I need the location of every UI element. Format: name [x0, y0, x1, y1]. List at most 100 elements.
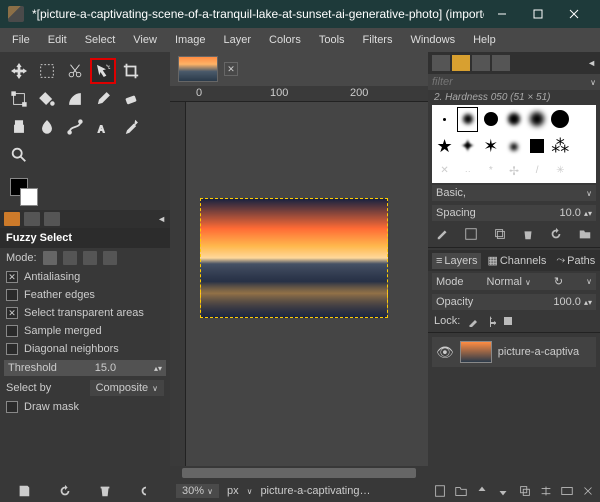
- menu-filters[interactable]: Filters: [355, 32, 401, 48]
- mode-dropdown[interactable]: Normal ∨: [487, 276, 531, 288]
- crop-tool[interactable]: [118, 58, 144, 84]
- layer-group-icon[interactable]: [454, 484, 468, 498]
- lock-alpha-icon[interactable]: [502, 315, 514, 327]
- maximize-button[interactable]: [520, 0, 556, 28]
- ruler-vertical[interactable]: [170, 102, 186, 466]
- raise-layer-icon[interactable]: [475, 484, 489, 498]
- brush-tool[interactable]: [90, 86, 116, 112]
- layer-item[interactable]: 👁 picture-a-captiva: [432, 337, 596, 367]
- tool-options-tab[interactable]: [4, 212, 20, 226]
- delete-options-icon[interactable]: [98, 484, 112, 498]
- scrollbar-horizontal[interactable]: [170, 466, 428, 480]
- feather-option[interactable]: Feather edges: [0, 286, 170, 304]
- stepper-icon[interactable]: ▴▾: [154, 364, 162, 373]
- menu-edit[interactable]: Edit: [40, 32, 75, 48]
- channels-tab[interactable]: ▦Channels: [483, 252, 550, 269]
- brush-preset-dropdown[interactable]: Basic,∨: [432, 185, 596, 201]
- unit-label[interactable]: px: [227, 485, 239, 497]
- lower-layer-icon[interactable]: [496, 484, 510, 498]
- menu-windows[interactable]: Windows: [402, 32, 463, 48]
- zoom-tool[interactable]: [6, 142, 32, 168]
- visibility-icon[interactable]: 👁: [436, 344, 454, 361]
- save-options-icon[interactable]: [17, 484, 31, 498]
- path-tool[interactable]: [62, 114, 88, 140]
- draw-mask-option[interactable]: Draw mask: [0, 398, 170, 416]
- menu-image[interactable]: Image: [167, 32, 214, 48]
- mode-replace[interactable]: [43, 251, 57, 265]
- restore-options-icon[interactable]: [58, 484, 72, 498]
- panel-menu-icon[interactable]: ◄: [157, 214, 166, 224]
- transparent-option[interactable]: ✕Select transparent areas: [0, 304, 170, 322]
- layers-tab[interactable]: ≡Layers: [432, 253, 481, 269]
- chevron-down-icon[interactable]: ∨: [590, 78, 596, 87]
- menu-tools[interactable]: Tools: [311, 32, 353, 48]
- sample-merged-option[interactable]: Sample merged: [0, 322, 170, 340]
- zoom-dropdown[interactable]: 30% ∨: [176, 484, 219, 498]
- mask-layer-icon[interactable]: [560, 484, 574, 498]
- patterns-tab[interactable]: [452, 55, 470, 71]
- gradient-tool[interactable]: [62, 86, 88, 112]
- device-status-tab[interactable]: [24, 212, 40, 226]
- menu-view[interactable]: View: [125, 32, 165, 48]
- edit-brush-icon[interactable]: [436, 227, 450, 241]
- minimize-button[interactable]: [484, 0, 520, 28]
- ruler-horizontal[interactable]: 0 100 200: [170, 86, 428, 102]
- fuzzy-select-tool[interactable]: [90, 58, 116, 84]
- new-layer-icon[interactable]: [433, 484, 447, 498]
- merge-layer-icon[interactable]: [539, 484, 553, 498]
- diagonal-option[interactable]: Diagonal neighbors: [0, 340, 170, 358]
- spacing-slider[interactable]: Spacing 10.0 ▴▾: [432, 205, 596, 221]
- undo-history-tab[interactable]: [44, 212, 60, 226]
- paths-tab[interactable]: ⤳Paths: [552, 252, 599, 269]
- canvas[interactable]: [186, 102, 428, 466]
- bucket-tool[interactable]: [34, 86, 60, 112]
- refresh-brush-icon[interactable]: [549, 227, 563, 241]
- open-brush-icon[interactable]: [578, 227, 592, 241]
- fonts-tab[interactable]: [472, 55, 490, 71]
- text-tool[interactable]: A: [90, 114, 116, 140]
- rect-select-tool[interactable]: [34, 58, 60, 84]
- antialiasing-option[interactable]: ✕Antialiasing: [0, 268, 170, 286]
- menu-select[interactable]: Select: [77, 32, 124, 48]
- mode-intersect[interactable]: [103, 251, 117, 265]
- image-tab-thumbnail[interactable]: [178, 56, 218, 82]
- brush-grid[interactable]: ★ ✦ ✶ ● ⁂ ✕ ·· * ✢ / ✳: [432, 105, 596, 183]
- duplicate-layer-icon[interactable]: [518, 484, 532, 498]
- close-button[interactable]: [556, 0, 592, 28]
- layer-name[interactable]: picture-a-captiva: [498, 346, 579, 358]
- smudge-tool[interactable]: [34, 114, 60, 140]
- opacity-slider[interactable]: Opacity 100.0 ▴▾: [432, 294, 596, 310]
- transform-tool[interactable]: [6, 86, 32, 112]
- mode-label: Mode:: [6, 252, 37, 264]
- mode-add[interactable]: [63, 251, 77, 265]
- panel-menu-icon[interactable]: ◄: [587, 58, 596, 68]
- menu-colors[interactable]: Colors: [261, 32, 309, 48]
- background-color[interactable]: [20, 188, 38, 206]
- layer-thumbnail[interactable]: [460, 341, 492, 363]
- history-tab[interactable]: [492, 55, 510, 71]
- threshold-slider[interactable]: Threshold 15.0 ▴▾: [4, 360, 166, 376]
- reset-mode-icon[interactable]: ↻: [554, 275, 563, 288]
- eraser-tool[interactable]: [118, 86, 144, 112]
- move-tool[interactable]: [6, 58, 32, 84]
- close-image-button[interactable]: ✕: [224, 62, 238, 76]
- menu-help[interactable]: Help: [465, 32, 504, 48]
- color-swatches[interactable]: [0, 174, 170, 210]
- filter-input[interactable]: [432, 76, 590, 88]
- menu-file[interactable]: File: [4, 32, 38, 48]
- brushes-tab[interactable]: [432, 55, 450, 71]
- scissors-tool[interactable]: [62, 58, 88, 84]
- eyedropper-tool[interactable]: [118, 114, 144, 140]
- delete-layer-icon[interactable]: [581, 484, 595, 498]
- lock-pixels-icon[interactable]: [466, 315, 478, 327]
- duplicate-brush-icon[interactable]: [493, 227, 507, 241]
- clone-tool[interactable]: [6, 114, 32, 140]
- select-by-dropdown[interactable]: Composite ∨: [90, 380, 164, 396]
- menu-layer[interactable]: Layer: [216, 32, 260, 48]
- image-content[interactable]: [200, 198, 388, 318]
- delete-brush-icon[interactable]: [521, 227, 535, 241]
- new-brush-icon[interactable]: [464, 227, 478, 241]
- reset-options-icon[interactable]: [139, 484, 153, 498]
- mode-subtract[interactable]: [83, 251, 97, 265]
- lock-position-icon[interactable]: [484, 315, 496, 327]
